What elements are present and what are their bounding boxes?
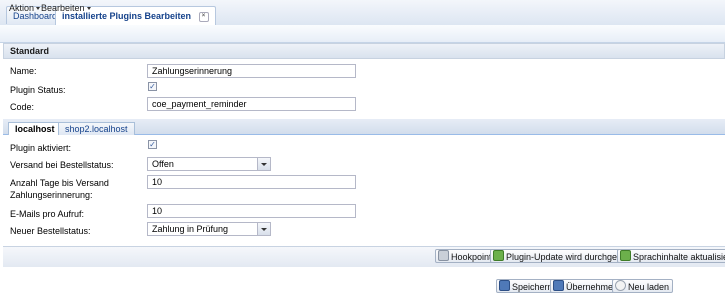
save-button[interactable]: Speichern — [496, 279, 557, 293]
menu-bearbeiten[interactable]: Bearbeiten — [41, 2, 91, 15]
anzahl-tage-value: 10 — [152, 177, 163, 187]
reload-button[interactable]: Neu laden — [612, 279, 674, 293]
chevron-down-icon[interactable] — [257, 223, 270, 235]
host-tab-label: localhost — [15, 124, 55, 134]
tab-host-shop2[interactable]: shop2.localhost — [58, 122, 135, 135]
plugin-activated-checkbox[interactable]: ✓ — [148, 140, 157, 149]
menu-aktion[interactable]: Aktion — [9, 2, 41, 15]
refresh-icon — [620, 250, 631, 261]
anzahl-tage-label-line1: Anzahl Tage bis Versand — [10, 178, 109, 188]
name-label: Name: — [10, 66, 37, 76]
plugin-status-checkbox[interactable]: ✓ — [148, 82, 157, 91]
name-value: Zahlungserinnerung — [152, 66, 233, 76]
menubar — [0, 25, 725, 43]
emails-per-call-label: E-Mails pro Aufruf: — [10, 209, 85, 219]
neuer-status-select[interactable]: Zahlung in Prüfung — [147, 222, 271, 236]
reload-label: Neu laden — [628, 282, 670, 292]
save-label: Speichern — [512, 282, 553, 292]
sprachinhalte-label: Sprachinhalte aktualisieren — [633, 252, 725, 262]
anzahl-tage-label-line2: Zahlungserinnerung: — [10, 190, 93, 200]
name-field[interactable]: Zahlungserinnerung — [147, 64, 356, 78]
plugin-status-label: Plugin Status: — [10, 85, 66, 95]
hook-icon — [438, 250, 449, 261]
versand-status-select[interactable]: Offen — [147, 157, 271, 171]
update-icon — [493, 250, 504, 261]
code-field[interactable]: coe_payment_reminder — [147, 97, 356, 111]
menu-bearbeiten-label: Bearbeiten — [41, 3, 85, 13]
versand-status-value: Offen — [152, 159, 174, 169]
apply-icon — [553, 280, 564, 291]
neuer-status-value: Zahlung in Prüfung — [152, 224, 229, 234]
chevron-down-icon[interactable] — [257, 158, 270, 170]
plugin-activated-label: Plugin aktiviert: — [10, 143, 72, 153]
sprachinhalte-button[interactable]: Sprachinhalte aktualisieren — [617, 249, 725, 263]
versand-status-label: Versand bei Bestellstatus: — [10, 160, 114, 170]
save-icon — [499, 280, 510, 291]
host-tab-label: shop2.localhost — [65, 124, 128, 134]
chevron-down-icon — [86, 7, 91, 11]
section-title: Standard — [10, 46, 50, 56]
anzahl-tage-field[interactable]: 10 — [147, 175, 356, 189]
anzahl-tage-label: Anzahl Tage bis Versand Zahlungserinneru… — [10, 177, 109, 201]
reload-icon — [615, 280, 626, 291]
code-value: coe_payment_reminder — [152, 99, 247, 109]
neuer-status-label: Neuer Bestellstatus: — [10, 226, 91, 236]
plugin-update-label: Plugin-Update wird durchgeführt — [506, 252, 636, 262]
section-standard-header: Standard — [3, 43, 725, 59]
chevron-down-icon — [36, 7, 41, 11]
menu-aktion-label: Aktion — [9, 3, 35, 13]
close-icon[interactable]: × — [198, 11, 209, 22]
code-label: Code: — [10, 102, 35, 112]
emails-per-call-value: 10 — [152, 206, 163, 216]
apply-label: Übernehmen — [566, 282, 619, 292]
emails-per-call-field[interactable]: 10 — [147, 204, 356, 218]
tab-host-localhost[interactable]: localhost — [8, 122, 62, 135]
